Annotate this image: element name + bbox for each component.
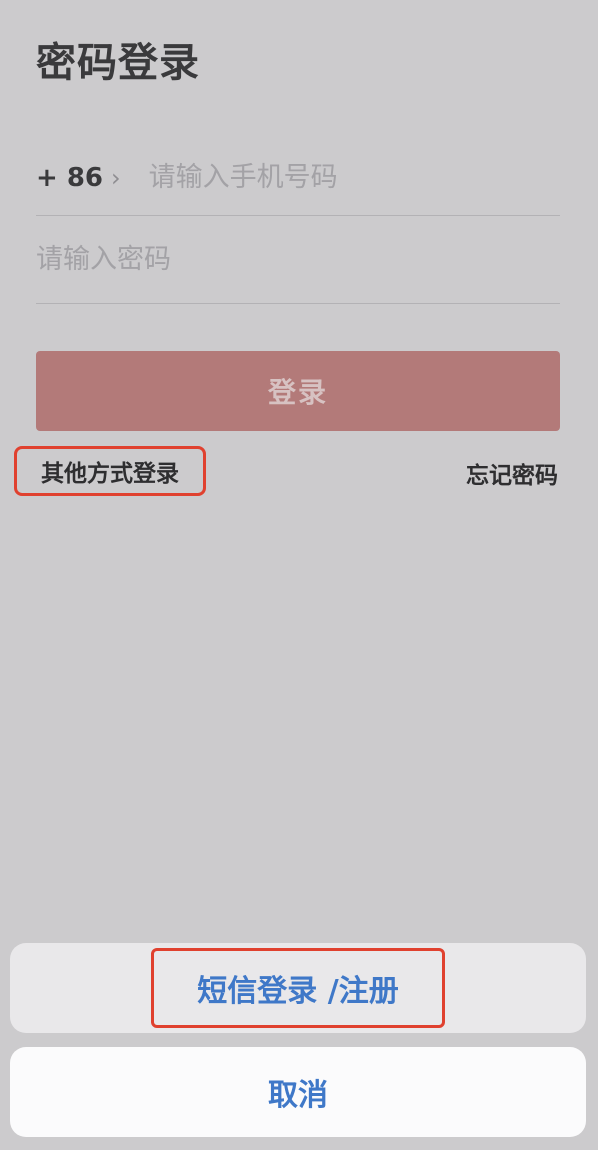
login-button[interactable]: 登录: [36, 351, 560, 431]
country-code-selector[interactable]: + 86 ›: [36, 163, 149, 193]
sms-login-register-label: 短信登录 /注册: [151, 948, 445, 1028]
phone-input[interactable]: [148, 162, 560, 193]
other-login-link[interactable]: 其他方式登录: [14, 446, 206, 496]
cancel-button[interactable]: 取消: [10, 1047, 586, 1137]
sms-login-option[interactable]: 短信登录 /注册: [10, 943, 586, 1033]
password-row: [36, 216, 560, 304]
country-code-label: + 86: [36, 162, 104, 193]
phone-row: + 86 ›: [36, 140, 560, 216]
chevron-right-icon: ›: [111, 163, 121, 192]
login-screen: 密码登录 + 86 › 登录 其他方式登录 忘记密码 短信登录 /注册 取消: [0, 0, 598, 1150]
page-title: 密码登录: [36, 40, 200, 86]
password-input[interactable]: [36, 244, 560, 275]
forgot-password-link[interactable]: 忘记密码: [466, 456, 558, 490]
